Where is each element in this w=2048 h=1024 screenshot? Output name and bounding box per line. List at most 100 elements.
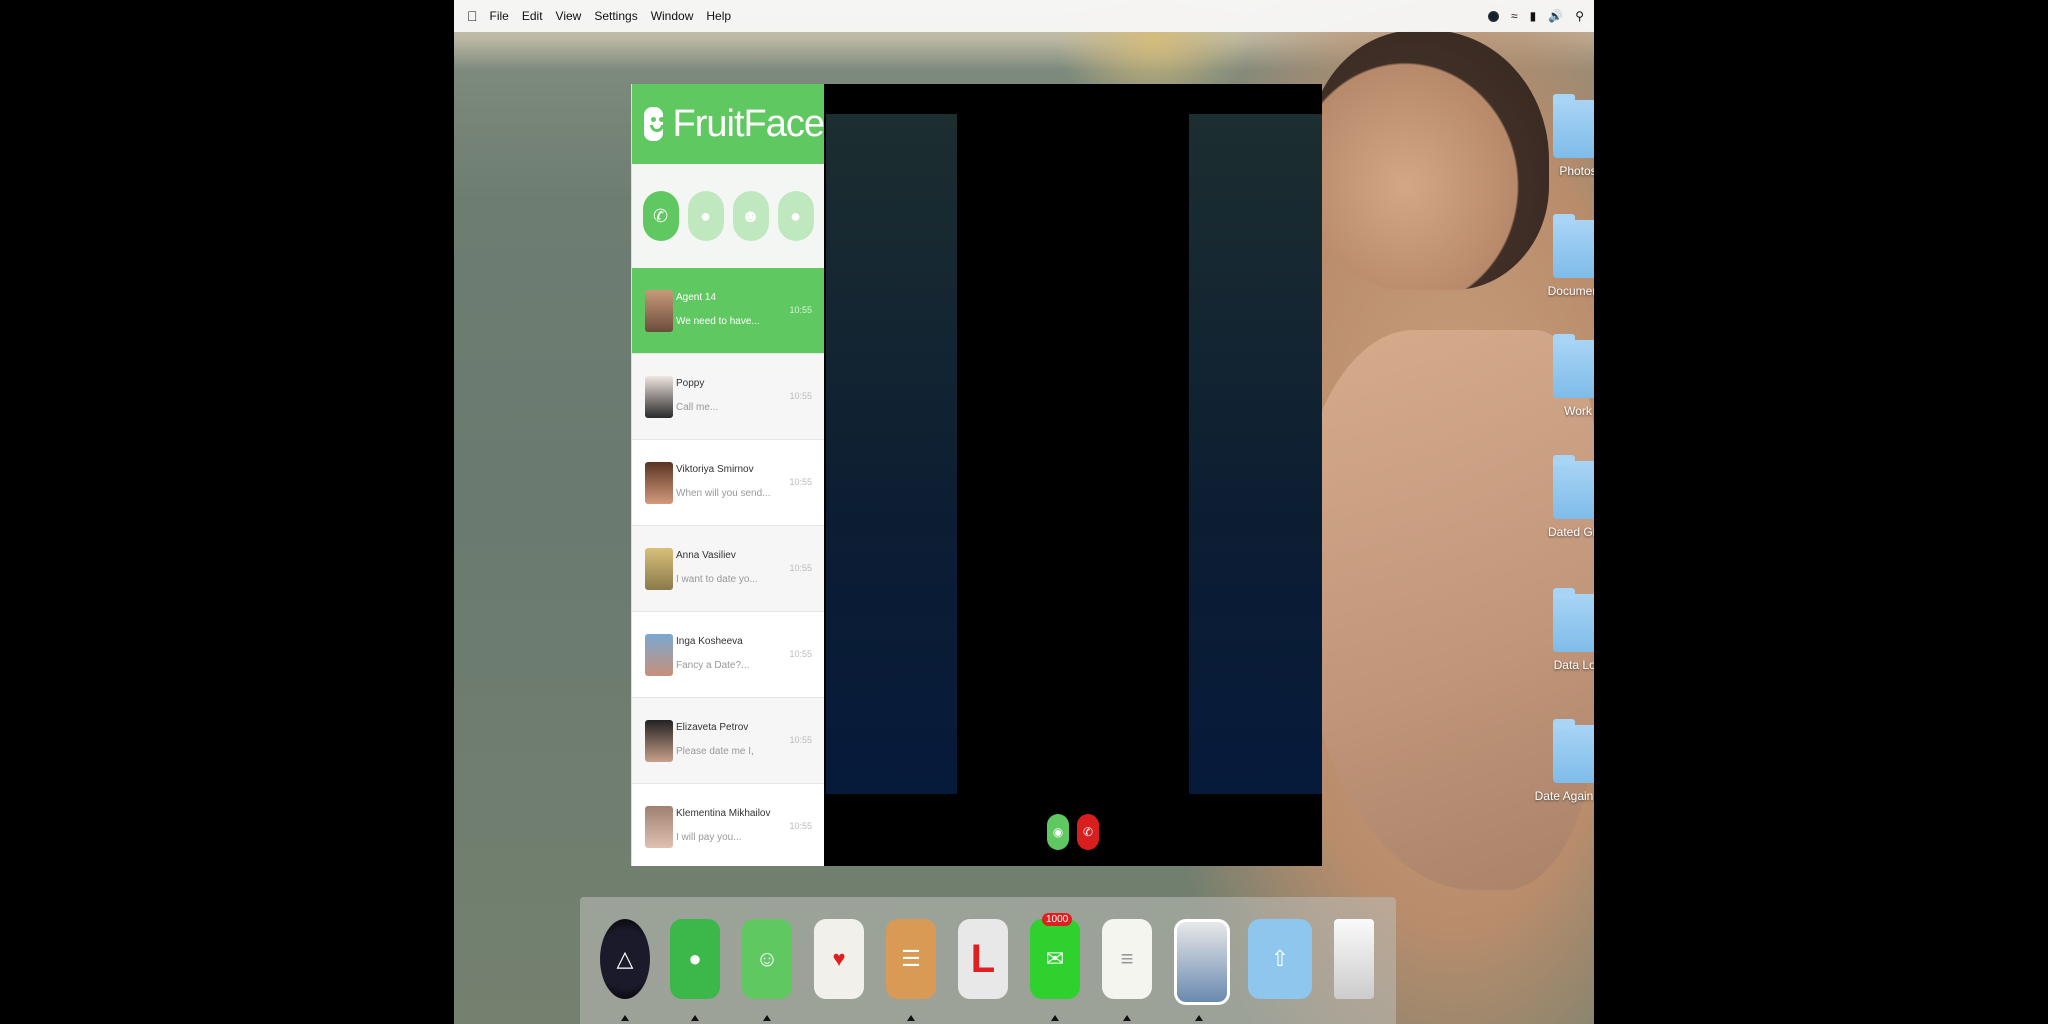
contact-name: Elizaveta Petrov <box>676 722 749 733</box>
folder-icon <box>1553 214 1594 278</box>
contact-name: Anna Vasiliev <box>676 550 736 561</box>
contact-message: Please date me I, <box>676 746 754 757</box>
folder-documents[interactable]: Documents <box>1523 214 1594 298</box>
accept-call-button[interactable]: ◉ <box>1047 814 1069 850</box>
avatar <box>645 634 673 676</box>
contact-time: 10:55 <box>789 305 812 315</box>
siri-icon[interactable] <box>1488 10 1500 22</box>
fruitface-logo-icon <box>644 107 664 141</box>
hang-up-icon: ✆ <box>1082 825 1094 839</box>
avatar <box>645 720 673 762</box>
wifi-icon[interactable]: ≈ <box>1511 9 1518 23</box>
contact-name: Agent 14 <box>676 292 717 303</box>
folder-dated-girls[interactable]: Dated Girls <box>1523 455 1594 539</box>
tab-calls[interactable]: ✆ <box>642 191 679 241</box>
folder-photos[interactable]: Photos <box>1523 94 1594 178</box>
contact-name: Inga Kosheeva <box>676 636 743 647</box>
menu-edit[interactable]: Edit <box>522 9 543 23</box>
photo-app-icon[interactable] <box>1174 919 1230 1005</box>
mail-app-icon[interactable]: ✉ <box>1030 919 1080 999</box>
dock-running-indicator <box>1051 1015 1059 1021</box>
triangle-app-icon[interactable]: △ <box>600 919 650 999</box>
call-controls: ◉ ✆ <box>824 814 1322 854</box>
menu-view[interactable]: View <box>556 9 582 23</box>
folder-label: Documents <box>1547 284 1594 298</box>
wallpaper-figure <box>1309 30 1549 290</box>
contact-message: I will pay you... <box>676 832 742 843</box>
contacts-book-icon[interactable]: ☰ <box>886 919 936 999</box>
app-header: FruitFace <box>632 84 824 164</box>
folder-data-log[interactable]: Data Log <box>1523 588 1594 672</box>
contact-row[interactable]: Klementina Mikhailov I will pay you... 1… <box>632 784 824 866</box>
app-title: FruitFace <box>672 102 824 145</box>
contact-row[interactable]: Anna Vasiliev I want to date yo... 10:55 <box>632 526 824 612</box>
group-icon: ☻ <box>741 205 760 226</box>
phone-icon: ✆ <box>652 205 669 226</box>
maps-app-icon[interactable]: ♥ <box>814 919 864 999</box>
menu-file[interactable]: File <box>490 9 509 23</box>
contact-time: 10:55 <box>789 563 812 573</box>
contact-message: I want to date yo... <box>676 574 758 585</box>
contact-name: Klementina Mikhailov <box>676 808 771 819</box>
folder-icon <box>1553 588 1594 652</box>
fruitface-app-icon[interactable]: ☺ <box>742 919 792 999</box>
dock-running-indicator <box>763 1015 771 1021</box>
video-call-pane: ◉ ✆ <box>824 84 1322 866</box>
menu-window[interactable]: Window <box>651 9 694 23</box>
folder-work[interactable]: Work <box>1523 334 1594 418</box>
contact-time: 10:55 <box>789 735 812 745</box>
folder-icon <box>1553 94 1594 158</box>
contact-row[interactable]: Inga Kosheeva Fancy a Date?... 10:55 <box>632 612 824 698</box>
folder-icon <box>1553 719 1594 783</box>
avatar <box>645 376 673 418</box>
folder-date-again-girls[interactable]: Date Again Girls <box>1523 719 1594 803</box>
trash-icon[interactable] <box>1334 919 1374 999</box>
contact-time: 10:55 <box>789 477 812 487</box>
tab-bar: ✆ ● ☻ ● <box>632 164 824 268</box>
folder-label: Dated Girls <box>1547 525 1594 539</box>
contact-time: 10:55 <box>789 821 812 831</box>
contact-name: Poppy <box>676 378 705 389</box>
folder-icon <box>1553 334 1594 398</box>
tab-groups[interactable]: ☻ <box>732 191 769 241</box>
menu-help[interactable]: Help <box>706 9 731 23</box>
avatar <box>645 290 673 332</box>
dock-running-indicator <box>691 1015 699 1021</box>
search-icon[interactable]: ⚲ <box>1575 9 1584 23</box>
sheep-app-icon[interactable]: ● <box>670 919 720 999</box>
contact-time: 10:55 <box>789 391 812 401</box>
decline-call-button[interactable]: ✆ <box>1077 814 1099 850</box>
tab-messages[interactable]: ● <box>687 191 724 241</box>
notes-app-icon[interactable]: ≡ <box>1102 919 1152 999</box>
l-app-icon[interactable]: L <box>958 919 1008 999</box>
contact-row[interactable]: Elizaveta Petrov Please date me I, 10:55 <box>632 698 824 784</box>
contact-message: Fancy a Date?... <box>676 660 750 671</box>
folder-label: Data Log <box>1553 658 1594 672</box>
dock-running-indicator <box>1123 1015 1131 1021</box>
dock-running-indicator <box>907 1015 915 1021</box>
dock-running-indicator <box>1195 1015 1203 1021</box>
eye-icon: ◉ <box>1052 825 1064 839</box>
avatar <box>645 806 673 848</box>
menu-settings[interactable]: Settings <box>594 9 637 23</box>
mail-badge: 1000 <box>1042 913 1073 926</box>
contact-row[interactable]: Poppy Call me... 10:55 <box>632 354 824 440</box>
avatar <box>645 548 673 590</box>
contact-message: When will you send... <box>676 488 771 499</box>
upload-folder-icon[interactable]: ⇧ <box>1248 919 1312 999</box>
dock: △ ● ☺ ♥ ☰ L ✉ 1000 ≡ ⇧ <box>580 897 1396 1024</box>
contact-row[interactable]: Viktoriya Smirnov When will you send... … <box>632 440 824 526</box>
status-area: ≈ ▮ 🔊 ⚲ <box>1488 0 1584 32</box>
contact-time: 10:55 <box>789 649 812 659</box>
contact-message: We need to have... <box>676 316 760 327</box>
apple-icon[interactable]:  <box>467 8 478 24</box>
tab-profile[interactable]: ● <box>777 191 814 241</box>
video-side-panel-right <box>1189 114 1322 794</box>
menu-bar:  File Edit View Settings Window Help ≈ … <box>454 0 1594 32</box>
chat-icon: ● <box>700 205 711 226</box>
volume-icon[interactable]: 🔊 <box>1548 9 1563 23</box>
battery-icon[interactable]: ▮ <box>1530 9 1537 23</box>
avatar <box>645 462 673 504</box>
contact-row[interactable]: Agent 14 We need to have... 10:55 <box>632 268 824 354</box>
person-icon: ● <box>790 205 801 226</box>
